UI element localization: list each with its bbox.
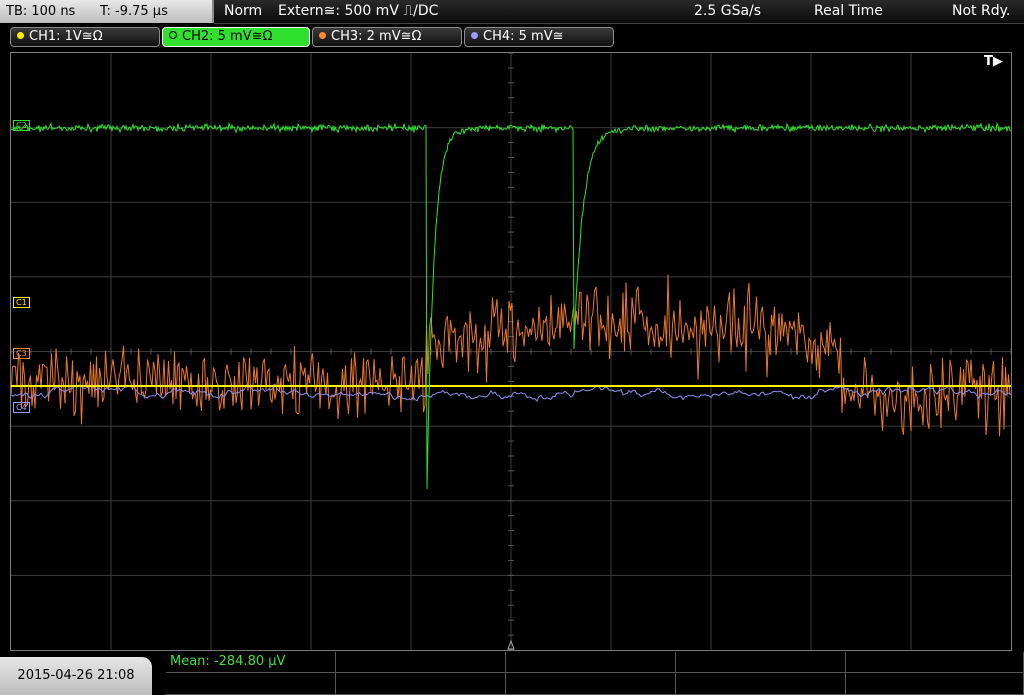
timebase-label: TB: 100 ns [6, 4, 76, 19]
ch1-tab[interactable]: CH1: 1V≅Ω [10, 27, 160, 47]
ch4-ref-marker[interactable]: C4 [13, 402, 30, 413]
ch2-ref-marker[interactable]: C2 [13, 120, 30, 131]
timestamp: 2015-04-26 21:08 [0, 657, 152, 695]
ch1-label: CH1: 1V≅Ω [29, 29, 103, 44]
channel-bar: CH1: 1V≅Ω CH2: 5 mV≅Ω CH3: 2 mV≅Ω CH4: 5… [0, 25, 1024, 49]
ch2-dot-icon [169, 31, 177, 39]
trigger-state-label: Not Rdy. [952, 3, 1011, 19]
measurement-panel[interactable]: Mean: -284.80 µV [166, 652, 1024, 695]
waveform-canvas [11, 53, 1011, 650]
status-bar: TB: 100 ns T: -9.75 µs Norm Extern≅: 500… [0, 0, 1024, 24]
trigger-source-label[interactable]: Extern≅: 500 mV ⎍/DC [278, 0, 438, 23]
ch3-dot-icon [319, 32, 326, 39]
trigger-level-marker[interactable]: T▶ [984, 54, 1003, 69]
acq-mode-label[interactable]: Norm [224, 0, 262, 23]
timebase-box[interactable]: TB: 100 ns T: -9.75 µs [0, 0, 214, 23]
ch2-label: CH2: 5 mV≅Ω [182, 29, 273, 44]
mean-measurement: Mean: -284.80 µV [170, 654, 286, 669]
graticule-grid [11, 53, 1011, 650]
ch4-tab[interactable]: CH4: 5 mV≅ [464, 27, 614, 47]
sample-rate-label[interactable]: 2.5 GSa/s [694, 0, 761, 23]
waveform-display[interactable] [10, 52, 1012, 651]
ch3-tab[interactable]: CH3: 2 mV≅Ω [312, 27, 462, 47]
ch4-label: CH4: 5 mV≅ [483, 29, 564, 44]
ch3-label: CH3: 2 mV≅Ω [331, 29, 422, 44]
trigger-time-label: T: -9.75 µs [100, 4, 168, 19]
acq-type-label[interactable]: Real Time [814, 0, 883, 23]
ch4-dot-icon [471, 32, 478, 39]
ch1-ref-marker[interactable]: C1 [13, 297, 30, 308]
ch1-dot-icon [17, 32, 24, 39]
ch2-tab[interactable]: CH2: 5 mV≅Ω [162, 27, 310, 47]
ch3-ref-marker[interactable]: C3 [13, 348, 30, 359]
